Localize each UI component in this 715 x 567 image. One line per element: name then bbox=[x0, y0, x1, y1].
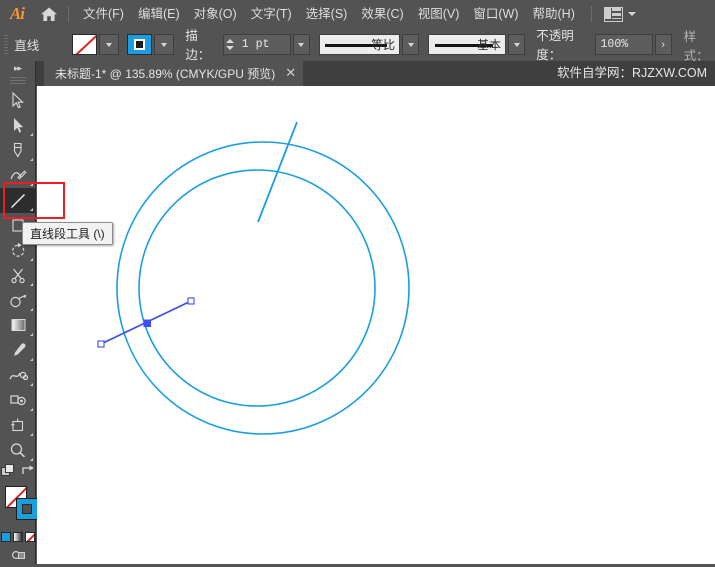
tool-tooltip: 直线段工具 (\) bbox=[22, 222, 113, 245]
anchor-mid bbox=[143, 319, 151, 327]
tool-add-anchor-point-tool[interactable] bbox=[0, 163, 36, 188]
stroke-profile-dropdown-button[interactable] bbox=[402, 34, 420, 55]
chevron-down-icon bbox=[407, 42, 414, 47]
menu-item-effect[interactable]: 效果(C) bbox=[354, 0, 410, 28]
tool-group-indicator bbox=[30, 433, 33, 436]
none-button[interactable] bbox=[24, 532, 35, 542]
control-bar: 直线 描边： 1 pt 等比 基本 不透明度： 100% › 样式： bbox=[0, 25, 715, 65]
menu-item-view[interactable]: 视图(V) bbox=[411, 0, 467, 28]
tool-zoom-tool[interactable] bbox=[0, 438, 36, 463]
tool-group-indicator bbox=[30, 133, 33, 136]
watermark-text: 软件自学网：RJZXW.COM bbox=[557, 66, 707, 80]
stroke-weight-dropdown-button[interactable] bbox=[292, 34, 310, 55]
stroke-profile-select[interactable]: 等比 bbox=[318, 34, 401, 55]
menu-item-type[interactable]: 文字(T) bbox=[244, 0, 299, 28]
workspace-icon bbox=[603, 6, 623, 22]
diagonal-line bbox=[257, 121, 298, 223]
tool-group-indicator bbox=[30, 358, 33, 361]
opacity-more-button[interactable]: › bbox=[654, 34, 672, 55]
control-bar-grip[interactable] bbox=[4, 35, 9, 54]
anchor-end bbox=[187, 297, 195, 305]
style-label: 样式： bbox=[683, 29, 709, 63]
stroke-weight-stepper[interactable]: 1 pt bbox=[222, 34, 291, 55]
swap-fill-stroke-icon[interactable] bbox=[21, 464, 35, 480]
menu-item-window[interactable]: 窗口(W) bbox=[466, 0, 525, 28]
outer-circle bbox=[116, 141, 410, 435]
artwork bbox=[97, 121, 410, 435]
brush-definition-select[interactable]: 基本 bbox=[428, 34, 507, 55]
tool-group-indicator bbox=[30, 183, 33, 186]
stroke-dropdown-button[interactable] bbox=[154, 34, 175, 55]
menu-item-file[interactable]: 文件(F) bbox=[76, 0, 131, 28]
illustrator-window: Ai 文件(F) 编辑(E) 对象(O) 文字(T) 选择(S) 效果(C) 视… bbox=[0, 0, 715, 564]
fill-stroke-swatches bbox=[0, 484, 38, 530]
toolbar-stroke-swatch[interactable] bbox=[16, 498, 38, 520]
default-fill-stroke-icon[interactable] bbox=[0, 463, 15, 481]
menu-item-edit[interactable]: 编辑(E) bbox=[131, 0, 187, 28]
stepper-arrows-icon[interactable] bbox=[224, 39, 237, 50]
tool-selection-tool[interactable] bbox=[0, 88, 36, 113]
stroke-profile-label: 等比 bbox=[371, 38, 396, 52]
tool-direct-selection-tool[interactable] bbox=[0, 113, 36, 138]
color-mode-buttons bbox=[0, 532, 35, 542]
tool-group-indicator bbox=[30, 383, 33, 386]
tool-group-indicator bbox=[30, 258, 33, 261]
opacity-label: 不透明度： bbox=[536, 25, 589, 65]
tool-artboard-tool[interactable] bbox=[0, 413, 36, 438]
tool-line-segment-tool[interactable] bbox=[0, 188, 36, 213]
chevron-down-icon bbox=[627, 12, 636, 16]
close-icon[interactable]: ✕ bbox=[285, 67, 296, 80]
stroke-swatch-group bbox=[127, 34, 175, 55]
fill-swatch-group bbox=[72, 34, 120, 55]
tool-group-indicator bbox=[30, 458, 33, 461]
gradient-button[interactable] bbox=[12, 532, 23, 542]
selected-object-type: 直线 bbox=[14, 39, 40, 53]
workspace-divider bbox=[590, 6, 592, 22]
fill-swatch[interactable] bbox=[72, 34, 98, 55]
fill-stroke-controls bbox=[0, 463, 35, 481]
inner-circle bbox=[138, 169, 376, 407]
workspace-switcher[interactable] bbox=[601, 6, 639, 22]
menu-item-select[interactable]: 选择(S) bbox=[299, 0, 355, 28]
fill-dropdown-button[interactable] bbox=[99, 34, 120, 55]
chevron-down-icon bbox=[298, 42, 305, 47]
opacity-input[interactable]: 100% bbox=[594, 34, 653, 55]
tool-symbol-sprayer-tool[interactable] bbox=[0, 388, 36, 413]
home-icon[interactable] bbox=[34, 0, 64, 28]
tool-blend-tool[interactable] bbox=[0, 363, 36, 388]
tool-group-indicator bbox=[30, 283, 33, 286]
document-tab[interactable]: 未标题-1* @ 135.89% (CMYK/GPU 预览) ✕ bbox=[44, 61, 304, 86]
tool-eyedropper-tool[interactable] bbox=[0, 338, 36, 363]
toolbar-grip[interactable] bbox=[9, 77, 26, 86]
anchor-start bbox=[97, 340, 105, 348]
tools-panel: ▸▸ bbox=[0, 61, 38, 567]
stroke-weight-value[interactable]: 1 pt bbox=[237, 35, 290, 54]
app-logo: Ai bbox=[9, 4, 25, 23]
brush-definition-label: 基本 bbox=[477, 38, 502, 52]
screen-mode-button[interactable] bbox=[0, 542, 36, 567]
tool-group-indicator bbox=[30, 208, 33, 211]
document-tab-bar: 未标题-1* @ 135.89% (CMYK/GPU 预览) ✕ 软件自学网：R… bbox=[36, 61, 715, 86]
tool-group-indicator bbox=[30, 408, 33, 411]
chevron-down-icon bbox=[161, 42, 168, 47]
chevron-down-icon bbox=[513, 42, 520, 47]
tool-scissors-tool[interactable] bbox=[0, 263, 36, 288]
color-button[interactable] bbox=[0, 532, 11, 542]
stroke-swatch[interactable] bbox=[127, 34, 153, 55]
tool-group-indicator bbox=[30, 308, 33, 311]
tool-group-indicator bbox=[30, 333, 33, 336]
document-canvas[interactable] bbox=[37, 86, 715, 564]
tool-pen-tool[interactable] bbox=[0, 138, 36, 163]
brush-definition-dropdown-button[interactable] bbox=[508, 34, 526, 55]
chevron-down-icon bbox=[106, 42, 113, 47]
stroke-weight-label: 描边： bbox=[185, 25, 217, 65]
document-tab-title: 未标题-1* @ 135.89% (CMYK/GPU 预览) bbox=[55, 67, 276, 81]
menu-bar: Ai 文件(F) 编辑(E) 对象(O) 文字(T) 选择(S) 效果(C) 视… bbox=[0, 0, 715, 28]
tool-group-indicator bbox=[30, 158, 33, 161]
menu-divider bbox=[68, 6, 69, 22]
toolbar-collapse-button[interactable]: ▸▸ bbox=[0, 61, 35, 76]
tool-shape-builder-tool[interactable] bbox=[0, 288, 36, 313]
tool-gradient-tool[interactable] bbox=[0, 313, 36, 338]
